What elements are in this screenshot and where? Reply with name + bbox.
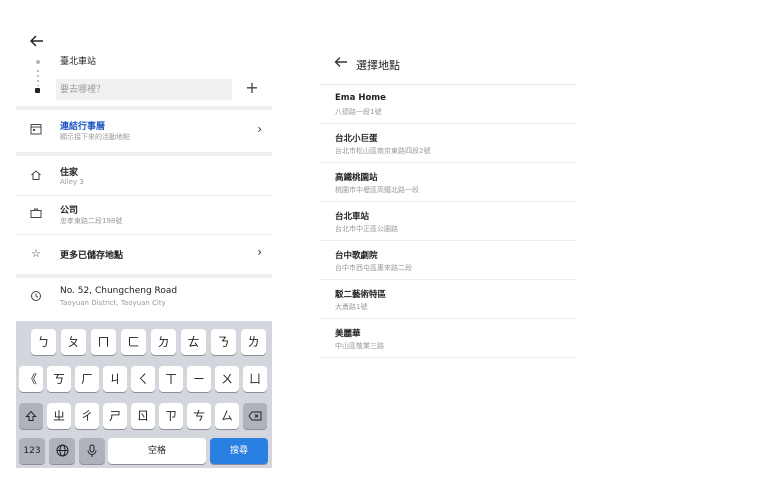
place-row[interactable]: 台中歌劇院 台中市西屯區惠來路二段 xyxy=(320,241,576,280)
place-row[interactable]: 高鐵桃園站 桃園市中壢區高鐵北路一段 xyxy=(320,163,576,202)
page-title: 選擇地點 xyxy=(356,59,400,72)
divider xyxy=(16,106,272,110)
shift-key[interactable] xyxy=(19,403,43,429)
briefcase-icon xyxy=(28,207,44,223)
saved-place-work[interactable]: 公司 忠孝東路二段198號 xyxy=(16,198,272,232)
place-name: Ema Home xyxy=(335,93,386,103)
key[interactable]: ㄇ xyxy=(91,329,116,355)
place-address: 台中市西屯區惠來路二段 xyxy=(335,264,412,272)
key[interactable]: ㄏ xyxy=(75,366,99,392)
place-name: 台中歌劇院 xyxy=(335,251,378,261)
saved-place-home[interactable]: 住家 Alley 3 xyxy=(16,160,272,194)
key[interactable]: ㄓ xyxy=(47,403,71,429)
key[interactable]: ㄐ xyxy=(103,366,127,392)
place-row[interactable]: 美麗華 中山區敬業三路 xyxy=(320,319,576,358)
place-row[interactable]: 台北車站 台北市中正區公園路 xyxy=(320,202,576,241)
back-arrow-icon[interactable] xyxy=(334,56,348,72)
link-calendar-subtitle: 顯示接下來的活動地點 xyxy=(60,133,130,141)
place-row[interactable]: 台北小巨蛋 台北市松山區南京東路四段2號 xyxy=(320,124,576,163)
star-icon: ☆ xyxy=(31,247,41,260)
key[interactable]: ㄨ xyxy=(215,366,239,392)
route-connector xyxy=(37,70,39,86)
chevron-right-icon: › xyxy=(257,122,262,136)
destination-input[interactable] xyxy=(56,79,232,100)
key[interactable]: ㄋ xyxy=(211,329,236,355)
place-address: 桃園市中壢區高鐵北路一段 xyxy=(335,186,419,194)
key[interactable]: ㄗ xyxy=(159,403,183,429)
key[interactable]: ㄈ xyxy=(121,329,146,355)
space-key[interactable]: 空格 xyxy=(108,438,206,464)
recent-place-subtitle: Taoyuan District, Taoyuan City xyxy=(60,299,166,307)
link-calendar-title: 連結行事曆 xyxy=(60,122,106,132)
recent-place-title: No. 52, Chungcheng Road xyxy=(60,286,178,296)
globe-key[interactable] xyxy=(49,438,75,464)
numbers-key[interactable]: 123 xyxy=(19,438,45,464)
place-address: 大勇路1號 xyxy=(335,303,368,311)
place-name: 台北車站 xyxy=(335,212,370,222)
work-subtitle: 忠孝東路二段198號 xyxy=(60,217,123,225)
place-row[interactable]: Ema Home 八德路一段1號 xyxy=(320,85,576,124)
divider xyxy=(16,152,272,156)
divider xyxy=(16,274,272,278)
key[interactable]: 《 xyxy=(19,366,43,392)
home-title: 住家 xyxy=(60,168,79,178)
key[interactable]: ㄉ xyxy=(151,329,176,355)
calendar-icon xyxy=(28,123,44,139)
backspace-key[interactable] xyxy=(243,403,267,429)
key[interactable]: ㄒ xyxy=(159,366,183,392)
home-subtitle: Alley 3 xyxy=(60,178,84,186)
key[interactable]: ㄧ xyxy=(187,366,211,392)
divider xyxy=(16,195,272,196)
key[interactable]: ㄕ xyxy=(103,403,127,429)
key[interactable]: ㄘ xyxy=(187,403,211,429)
choose-place-screen: 選擇地點 Ema Home 八德路一段1號 台北小巨蛋 台北市松山區南京東路四段… xyxy=(320,50,576,360)
place-row[interactable]: 駁二藝術特區 大勇路1號 xyxy=(320,280,576,319)
key[interactable]: ㄖ xyxy=(131,403,155,429)
place-name: 駁二藝術特區 xyxy=(335,290,387,300)
add-stop-button[interactable]: + xyxy=(244,78,260,98)
divider xyxy=(16,234,272,235)
chevron-right-icon: › xyxy=(257,245,262,259)
key[interactable]: ㄊ xyxy=(181,329,206,355)
place-name: 美麗華 xyxy=(335,329,361,339)
divider xyxy=(320,357,576,358)
more-saved-places-title: 更多已儲存地點 xyxy=(60,251,124,261)
home-icon xyxy=(28,169,44,185)
work-title: 公司 xyxy=(60,206,79,216)
place-address: 中山區敬業三路 xyxy=(335,342,384,350)
key[interactable]: ㄙ xyxy=(215,403,239,429)
history-icon xyxy=(28,290,44,306)
place-name: 台北小巨蛋 xyxy=(335,134,378,144)
key[interactable]: ㄆ xyxy=(61,329,86,355)
search-key[interactable]: 搜尋 xyxy=(210,438,268,464)
origin-dot-icon xyxy=(36,60,40,64)
key[interactable]: ㄩ xyxy=(243,366,267,392)
route-planner-screen: 臺北車站 + 連結行事曆 顯示接下來的活動地點 › 住家 Alley 3 公司 … xyxy=(16,28,272,468)
origin-field[interactable]: 臺北車站 xyxy=(56,52,232,72)
more-saved-places-row[interactable]: ☆ 更多已儲存地點 › xyxy=(16,237,272,271)
key[interactable]: ㄌ xyxy=(241,329,266,355)
place-name: 高鐵桃園站 xyxy=(335,173,378,183)
link-calendar-row[interactable]: 連結行事曆 顯示接下來的活動地點 › xyxy=(16,114,272,148)
place-address: 八德路一段1號 xyxy=(335,108,382,116)
key[interactable]: ㄔ xyxy=(75,403,99,429)
key[interactable]: ㄎ xyxy=(47,366,71,392)
place-address: 台北市松山區南京東路四段2號 xyxy=(335,147,431,155)
back-arrow-icon[interactable] xyxy=(29,34,50,52)
destination-square-icon xyxy=(35,88,40,93)
place-address: 台北市中正區公園路 xyxy=(335,225,398,233)
microphone-key[interactable] xyxy=(79,438,105,464)
key[interactable]: ㄅ xyxy=(31,329,56,355)
key[interactable]: ㄑ xyxy=(131,366,155,392)
bopomofo-keyboard: ㄅ ㄆ ㄇ ㄈ ㄉ ㄊ ㄋ ㄌ 《 ㄎ ㄏ ㄐ ㄑ ㄒ ㄧ ㄨ ㄩ ㄓ ㄔ ㄕ … xyxy=(16,321,272,468)
recent-place-row[interactable]: No. 52, Chungcheng Road Taoyuan District… xyxy=(16,281,272,315)
